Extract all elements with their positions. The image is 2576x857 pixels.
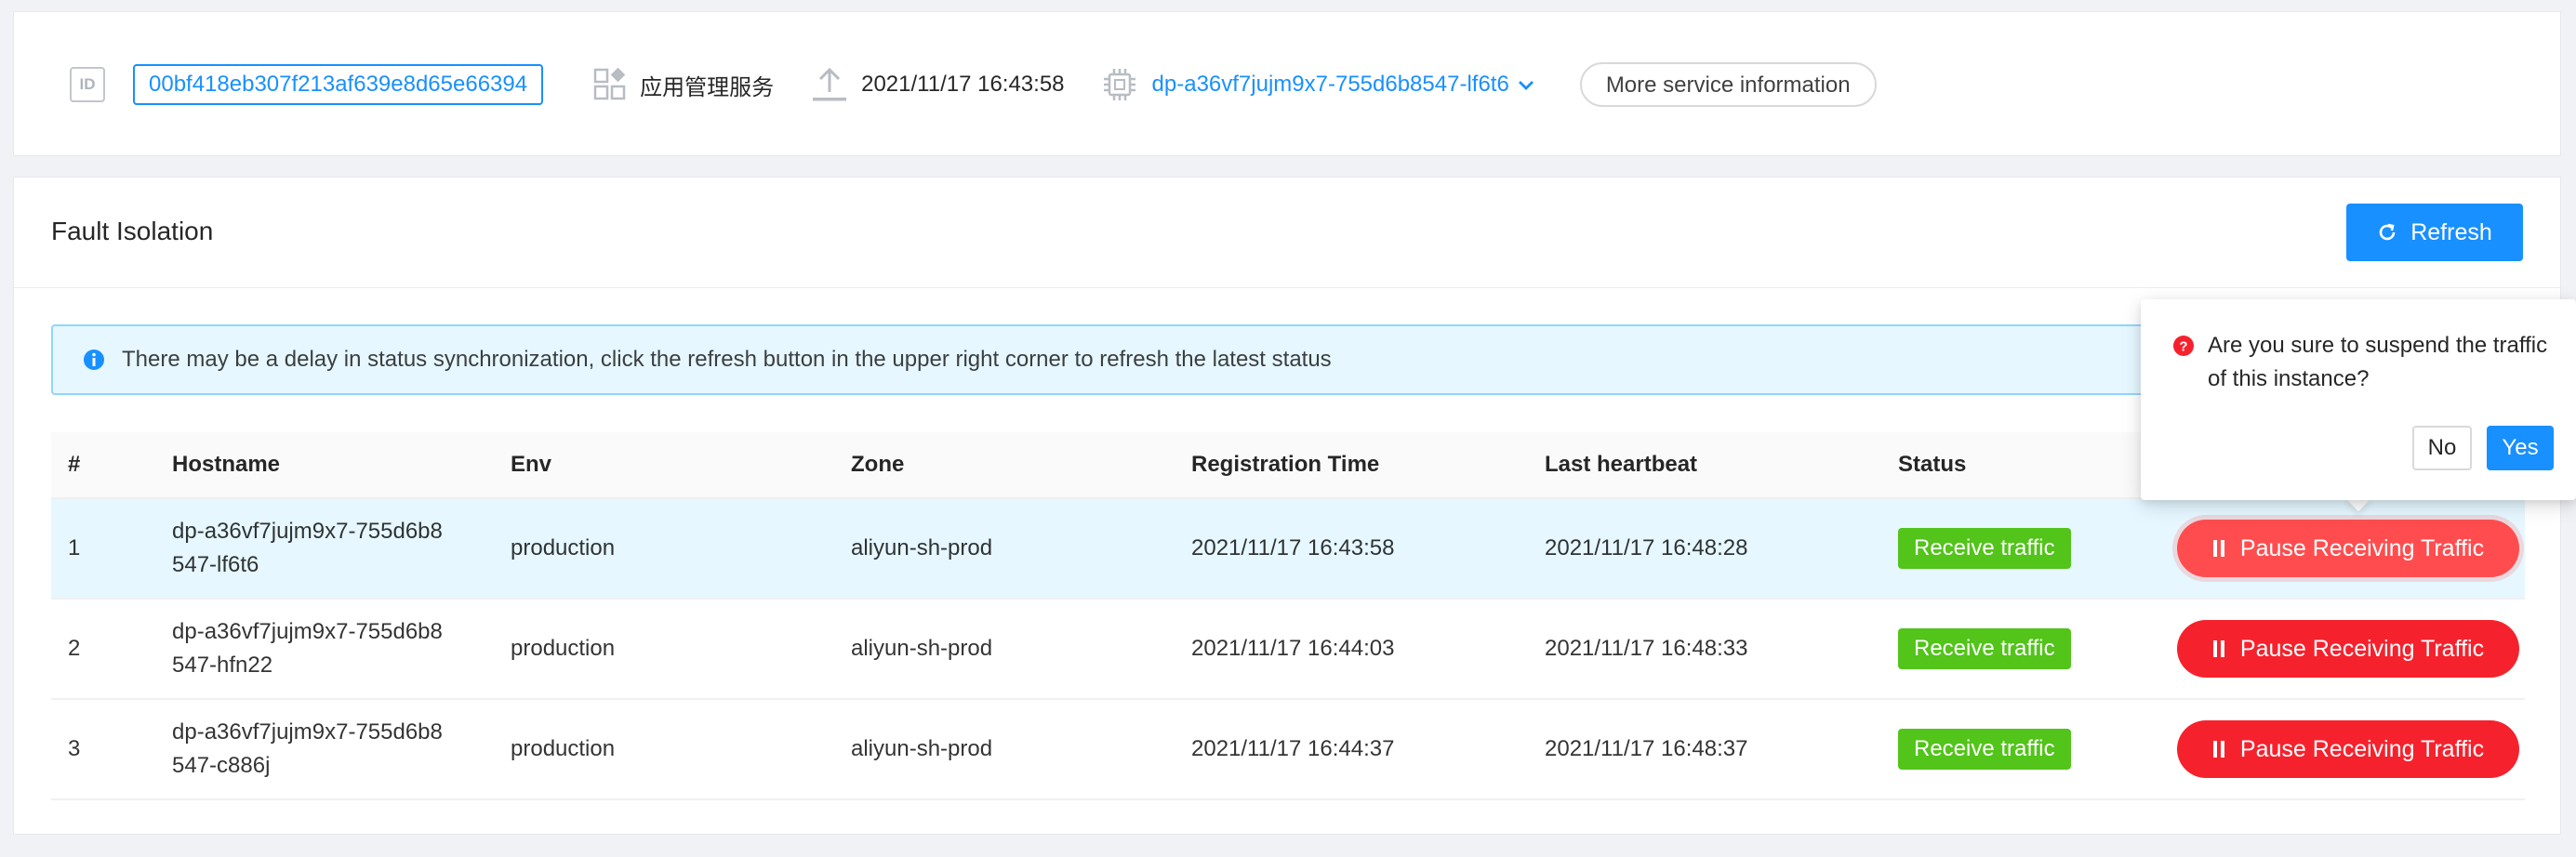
row-zone: aliyun-sh-prod [851, 535, 993, 560]
service-info-card: ID 00bf418eb307f213af639e8d65e66394 应用管理… [13, 11, 2561, 156]
pause-traffic-button[interactable]: Pause Receiving Traffic [2177, 620, 2519, 678]
no-button[interactable]: No [2412, 426, 2472, 470]
refresh-button[interactable]: Refresh [2346, 204, 2523, 261]
col-status: Status [1898, 452, 1967, 477]
row-registration-time: 2021/11/17 16:44:37 [1191, 736, 1395, 761]
row-action: Pause Receiving Traffic [2177, 600, 2519, 698]
service-info-row: ID 00bf418eb307f213af639e8d65e66394 应用管理… [59, 12, 1877, 157]
status-badge: Receive traffic [1898, 729, 2071, 770]
deploy-time: 2021/11/17 16:43:58 [811, 66, 1065, 103]
row-num: 1 [68, 535, 81, 560]
fault-isolation-card: Fault Isolation Refresh There may be a d… [13, 177, 2561, 835]
row-last-heartbeat: 2021/11/17 16:48:28 [1545, 535, 1748, 560]
status-badge: Receive traffic [1898, 628, 2071, 669]
reload-icon [2379, 223, 2396, 241]
col-zone: Zone [851, 452, 905, 477]
card-title: Fault Isolation [51, 217, 214, 245]
chevron-down-icon [1518, 81, 1534, 90]
host-select-value: dp-a36vf7jujm9x7-755d6b8547-lf6t6 [1151, 72, 1509, 97]
hostname-part: 547-lf6t6 [172, 552, 259, 577]
pause-icon [2212, 640, 2224, 657]
col-num: # [68, 452, 81, 477]
svg-text:?: ? [2179, 339, 2187, 355]
pause-traffic-label: Pause Receiving Traffic [2239, 735, 2485, 762]
card-header: Fault Isolation Refresh [14, 178, 2560, 288]
status-badge: Receive traffic [1898, 528, 2071, 569]
app-name: 应用管理服务 [593, 68, 774, 101]
col-registration-time: Registration Time [1191, 452, 1380, 477]
app-name-text: 应用管理服务 [640, 74, 775, 100]
row-zone: aliyun-sh-prod [851, 636, 993, 661]
deploy-time-text: 2021/11/17 16:43:58 [861, 72, 1065, 97]
row-hostname: dp-a36vf7jujm9x7-755d6b8 547-c886j [172, 700, 498, 798]
table-row: 3 dp-a36vf7jujm9x7-755d6b8 547-c886j prod… [51, 700, 2525, 800]
row-registration-time: 2021/11/17 16:43:58 [1191, 535, 1395, 560]
table-row: 1 dp-a36vf7jujm9x7-755d6b8 547-lf6t6 prod… [51, 499, 2525, 600]
row-env: production [511, 535, 616, 560]
yes-button[interactable]: Yes [2487, 426, 2554, 470]
col-env: Env [511, 452, 552, 477]
row-registration-time: 2021/11/17 16:44:03 [1191, 636, 1395, 661]
service-id-value[interactable]: 00bf418eb307f213af639e8d65e66394 [133, 64, 544, 105]
hostname-part: dp-a36vf7jujm9x7-755d6b8 [172, 619, 443, 644]
hostname-part: 547-hfn22 [172, 653, 273, 678]
apps-icon [593, 68, 626, 100]
id-icon: ID [70, 67, 105, 102]
pause-traffic-label: Pause Receiving Traffic [2239, 534, 2485, 561]
chip-icon [1103, 69, 1135, 100]
more-service-info-button[interactable]: More service information [1579, 62, 1877, 107]
info-icon [84, 349, 104, 370]
upload-icon [813, 67, 847, 101]
pause-icon [2212, 741, 2224, 758]
row-hostname: dp-a36vf7jujm9x7-755d6b8 547-lf6t6 [172, 499, 498, 598]
row-last-heartbeat: 2021/11/17 16:48:37 [1545, 736, 1748, 761]
col-hostname: Hostname [172, 452, 281, 477]
row-num: 2 [68, 636, 81, 661]
question-icon: ? [2173, 336, 2194, 356]
pause-traffic-button[interactable]: Pause Receiving Traffic [2177, 520, 2519, 577]
suspend-popconfirm: ? Are you sure to suspend the traffic of… [2141, 299, 2576, 500]
row-status: Receive traffic [1898, 600, 2071, 698]
row-env: production [511, 636, 616, 661]
row-status: Receive traffic [1898, 700, 2071, 798]
host-select[interactable]: dp-a36vf7jujm9x7-755d6b8547-lf6t6 [1102, 67, 1535, 102]
hostname-part: 547-c886j [172, 753, 271, 778]
row-action: Pause Receiving Traffic [2177, 499, 2519, 598]
pause-traffic-button[interactable]: Pause Receiving Traffic [2177, 720, 2519, 778]
alert-text: There may be a delay in status synchroni… [122, 347, 1332, 372]
row-action: Pause Receiving Traffic [2177, 700, 2519, 798]
hostname-part: dp-a36vf7jujm9x7-755d6b8 [172, 519, 443, 544]
pause-icon [2212, 540, 2224, 557]
row-num: 3 [68, 736, 81, 761]
col-last-heartbeat: Last heartbeat [1545, 452, 1698, 477]
hostname-part: dp-a36vf7jujm9x7-755d6b8 [172, 719, 443, 745]
row-env: production [511, 736, 616, 761]
row-last-heartbeat: 2021/11/17 16:48:33 [1545, 636, 1748, 661]
pause-traffic-label: Pause Receiving Traffic [2239, 635, 2485, 662]
row-zone: aliyun-sh-prod [851, 736, 993, 761]
refresh-label: Refresh [2410, 218, 2492, 245]
popconfirm-message: Are you sure to suspend the traffic of t… [2208, 333, 2548, 391]
table-row: 2 dp-a36vf7jujm9x7-755d6b8 547-hfn22 prod… [51, 600, 2525, 700]
row-status: Receive traffic [1898, 499, 2071, 598]
row-hostname: dp-a36vf7jujm9x7-755d6b8 547-hfn22 [172, 600, 498, 698]
